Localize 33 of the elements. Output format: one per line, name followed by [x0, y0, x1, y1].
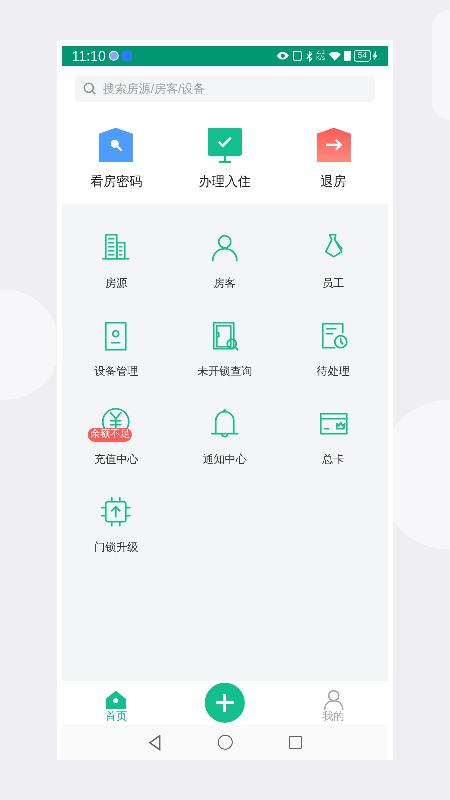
menu-item-label[interactable]: 房源 [105, 279, 128, 290]
monitor-check-icon [208, 128, 242, 163]
quick-action-label[interactable]: 办理入住 [198, 175, 251, 188]
wifi-icon [329, 51, 342, 61]
house-arrow-icon [316, 128, 351, 163]
plus-icon [216, 694, 234, 712]
chip-upload-icon [100, 496, 132, 528]
menu-item-label[interactable]: 门锁升级 [94, 543, 138, 554]
menu-item-label[interactable]: 通知中心 [202, 455, 247, 466]
clock-time: 11:10 [72, 49, 106, 63]
menu-item-label[interactable]: 总卡 [322, 455, 345, 466]
menu-item-label[interactable]: 房客 [214, 279, 236, 290]
bluetooth-icon [306, 50, 314, 62]
menu-item-label[interactable]: 未开锁查询 [197, 367, 252, 378]
quick-action-label[interactable]: 看房密码 [90, 175, 142, 188]
eye-icon [277, 52, 290, 60]
person-icon [322, 689, 345, 711]
menu-item-label[interactable]: 设备管理 [94, 367, 138, 378]
quick-action-label[interactable]: 退房 [320, 175, 347, 188]
home-icon [105, 689, 128, 711]
battery-level: 54 [354, 50, 371, 62]
search-field[interactable]: 搜索房源/房客/设备 [75, 76, 375, 102]
search-icon [83, 82, 97, 96]
app-notification-icon [109, 51, 119, 61]
house-search-icon [99, 128, 134, 163]
menu-item-label[interactable]: 员工 [322, 279, 345, 290]
warning-badge: 余额不足 [88, 428, 132, 442]
back-icon[interactable] [148, 734, 162, 750]
menu-item-label[interactable]: 待处理 [317, 367, 350, 378]
menu-item-label[interactable]: 充值中心 [94, 455, 138, 466]
recent-apps-icon[interactable] [289, 736, 302, 749]
bell-icon [208, 408, 241, 440]
charging-icon [373, 51, 378, 61]
